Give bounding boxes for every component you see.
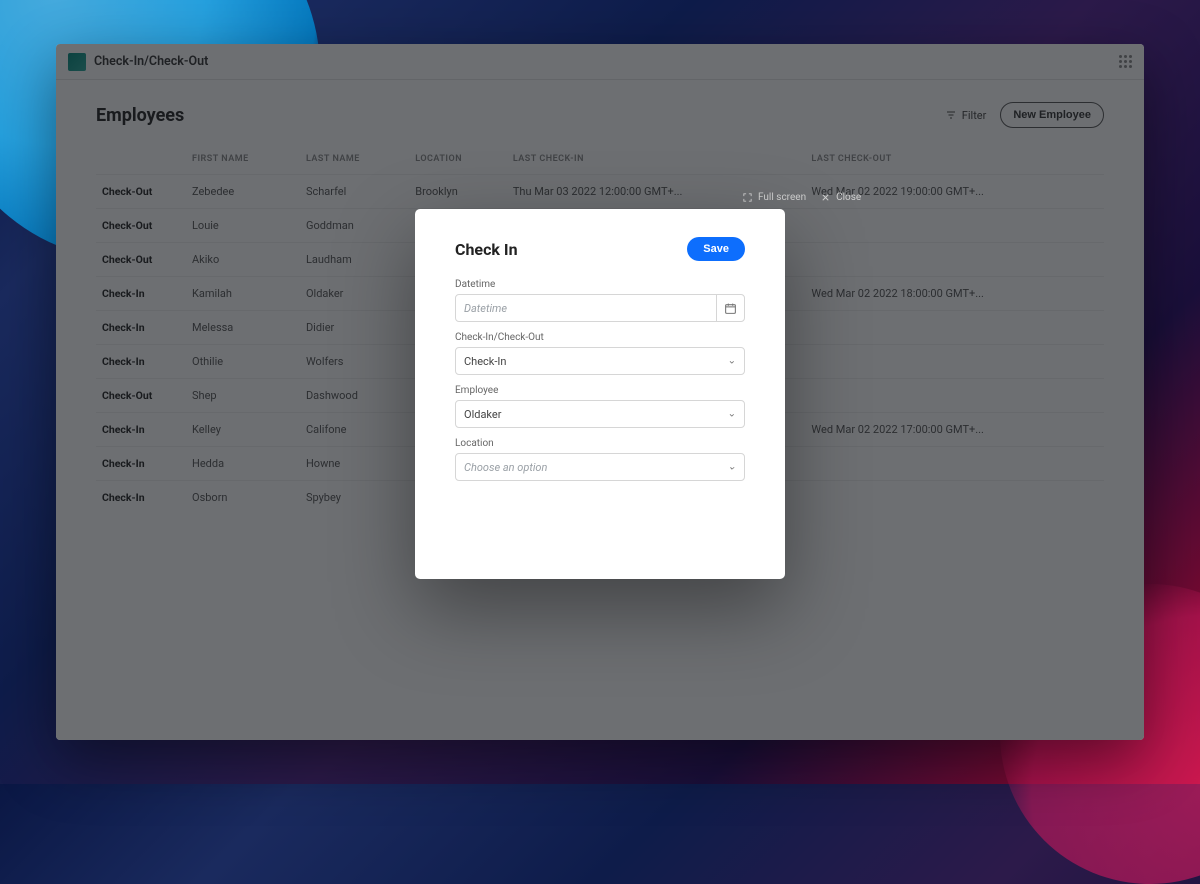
app-window: Check-In/Check-Out Employees Filter New … bbox=[56, 44, 1144, 740]
fullscreen-button[interactable]: Full screen bbox=[742, 192, 806, 203]
datetime-placeholder: Datetime bbox=[464, 302, 507, 315]
employee-select[interactable]: Oldaker ⌄ bbox=[455, 400, 745, 428]
location-select[interactable]: Choose an option ⌄ bbox=[455, 453, 745, 481]
chevron-down-icon: ⌄ bbox=[728, 462, 736, 473]
location-label: Location bbox=[455, 438, 745, 449]
close-button[interactable]: Close bbox=[820, 192, 861, 203]
employee-label: Employee bbox=[455, 385, 745, 396]
field-location: Location Choose an option ⌄ bbox=[455, 438, 745, 481]
mode-value: Check-In bbox=[464, 355, 507, 368]
calendar-icon[interactable] bbox=[716, 295, 744, 321]
chevron-down-icon: ⌄ bbox=[728, 409, 736, 420]
field-mode: Check-In/Check-Out Check-In ⌄ bbox=[455, 332, 745, 375]
location-placeholder: Choose an option bbox=[464, 461, 547, 474]
fullscreen-label: Full screen bbox=[758, 192, 806, 203]
fullscreen-icon bbox=[742, 192, 753, 203]
mode-label: Check-In/Check-Out bbox=[455, 332, 745, 343]
datetime-input[interactable]: Datetime bbox=[455, 294, 745, 322]
field-datetime: Datetime Datetime bbox=[455, 279, 745, 322]
modal-overlay[interactable]: Full screen Close Check In Save Datetime… bbox=[56, 44, 1144, 740]
close-label: Close bbox=[836, 192, 861, 203]
mode-select[interactable]: Check-In ⌄ bbox=[455, 347, 745, 375]
save-button[interactable]: Save bbox=[687, 237, 745, 261]
modal-header: Check In Save bbox=[455, 237, 745, 261]
modal-toolbar: Full screen Close bbox=[742, 192, 861, 203]
datetime-label: Datetime bbox=[455, 279, 745, 290]
field-employee: Employee Oldaker ⌄ bbox=[455, 385, 745, 428]
chevron-down-icon: ⌄ bbox=[728, 356, 736, 367]
modal-title: Check In bbox=[455, 240, 518, 259]
close-icon bbox=[820, 192, 831, 203]
checkin-modal: Check In Save Datetime Datetime Check-In… bbox=[415, 209, 785, 579]
employee-value: Oldaker bbox=[464, 408, 501, 421]
